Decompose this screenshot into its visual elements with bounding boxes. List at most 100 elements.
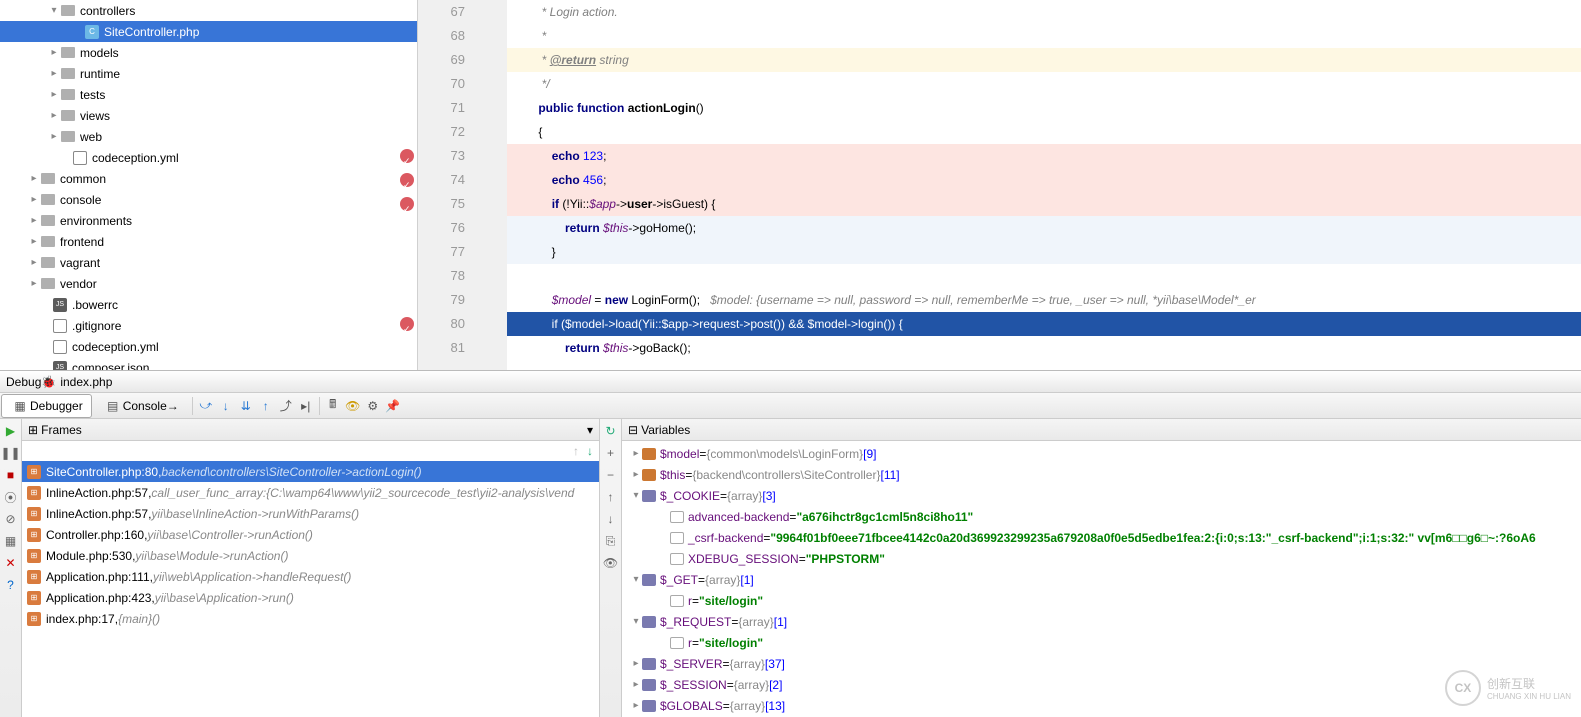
- remove-watch-icon[interactable]: −: [603, 467, 619, 483]
- down-icon[interactable]: ↓: [603, 511, 619, 527]
- frame-down-icon[interactable]: ↓: [587, 444, 593, 458]
- tree-item[interactable]: codeception.yml: [0, 147, 417, 168]
- variable-row[interactable]: $model = {common\models\LoginForm} [9]: [622, 443, 1581, 464]
- tree-item[interactable]: JS.bowerrc: [0, 294, 417, 315]
- debug-tool-window-tab[interactable]: Debug 🐞 index.php: [0, 371, 1581, 393]
- up-icon[interactable]: ↑: [603, 489, 619, 505]
- variable-row[interactable]: r = "site/login": [622, 590, 1581, 611]
- debug-label: Debug: [6, 375, 41, 389]
- code-line[interactable]: {: [507, 120, 1581, 144]
- tree-item[interactable]: .gitignore: [0, 315, 417, 336]
- tree-item[interactable]: console: [0, 189, 417, 210]
- new-watch-icon[interactable]: +: [603, 445, 619, 461]
- evaluate-icon[interactable]: 🖩: [325, 398, 341, 414]
- stack-frame[interactable]: ⊞index.php:17, {main}(): [22, 608, 599, 629]
- frames-panel: ⊞ Frames ▾ ↑ ↓ ⊞SiteController.php:80, b…: [22, 419, 600, 717]
- variable-row[interactable]: $GLOBALS = {array} [13]: [622, 695, 1581, 716]
- stack-frame[interactable]: ⊞Controller.php:160, yii\base\Controller…: [22, 524, 599, 545]
- tree-item[interactable]: tests: [0, 84, 417, 105]
- project-tree[interactable]: controllersCSiteController.phpmodelsrunt…: [0, 0, 418, 370]
- variables-toolbar: ↻ + − ↑ ↓ ⎘ 👁: [600, 419, 622, 717]
- code-line[interactable]: }: [507, 240, 1581, 264]
- bug-icon: 🐞: [41, 375, 56, 389]
- variables-panel: ⊟ Variables $model = {common\models\Logi…: [622, 419, 1581, 717]
- code-line[interactable]: [507, 264, 1581, 288]
- variable-row[interactable]: $_SESSION = {array} [2]: [622, 674, 1581, 695]
- step-into-icon[interactable]: ↓: [218, 398, 234, 414]
- variables-title: Variables: [641, 423, 690, 437]
- code-line[interactable]: public function actionLogin(): [507, 96, 1581, 120]
- console-tab[interactable]: ▤ Console →: [94, 394, 188, 418]
- stack-frame[interactable]: ⊞Application.php:111, yii\web\Applicatio…: [22, 566, 599, 587]
- layout-icon[interactable]: ▦: [3, 533, 19, 549]
- tree-item[interactable]: web: [0, 126, 417, 147]
- tree-item[interactable]: views: [0, 105, 417, 126]
- code-editor[interactable]: 676869707172737475767778798081 * Login a…: [418, 0, 1581, 370]
- variable-row[interactable]: advanced-backend = "a676ihctr8gc1cml5n8c…: [622, 506, 1581, 527]
- force-step-into-icon[interactable]: ⇊: [238, 398, 254, 414]
- code-line[interactable]: */: [507, 72, 1581, 96]
- drop-frame-icon[interactable]: ⤴: [278, 398, 294, 414]
- tree-item[interactable]: CSiteController.php: [0, 21, 417, 42]
- tree-item[interactable]: models: [0, 42, 417, 63]
- stack-frame[interactable]: ⊞Module.php:530, yii\base\Module->runAct…: [22, 545, 599, 566]
- step-out-icon[interactable]: ↑: [258, 398, 274, 414]
- variable-row[interactable]: XDEBUG_SESSION = "PHPSTORM": [622, 548, 1581, 569]
- code-line[interactable]: *: [507, 24, 1581, 48]
- run-to-cursor-icon[interactable]: ▸|: [298, 398, 314, 414]
- code-line[interactable]: echo 456;: [507, 168, 1581, 192]
- stack-frame[interactable]: ⊞Application.php:423, yii\base\Applicati…: [22, 587, 599, 608]
- tree-item[interactable]: runtime: [0, 63, 417, 84]
- tree-item[interactable]: codeception.yml: [0, 336, 417, 357]
- variables-icon: ⊟: [628, 423, 638, 437]
- step-over-icon[interactable]: ⤻: [198, 398, 214, 414]
- tree-item[interactable]: JScomposer.json: [0, 357, 417, 370]
- pin-icon[interactable]: 📌: [385, 398, 401, 414]
- variable-row[interactable]: $_COOKIE = {array} [3]: [622, 485, 1581, 506]
- view-breakpoints-icon[interactable]: ⦿: [3, 489, 19, 505]
- debug-left-toolbar: ▶ ❚❚ ■ ⦿ ⊘ ▦ ✕ ?: [0, 419, 22, 717]
- variable-row[interactable]: $_GET = {array} [1]: [622, 569, 1581, 590]
- debug-toolbar: ▦ Debugger ▤ Console → ⤻ ↓ ⇊ ↑ ⤴ ▸| 🖩 👁 …: [0, 393, 1581, 419]
- variable-row[interactable]: $_REQUEST = {array} [1]: [622, 611, 1581, 632]
- code-line[interactable]: if (!Yii::$app->user->isGuest) {: [507, 192, 1581, 216]
- code-line[interactable]: * Login action.: [507, 0, 1581, 24]
- attach-icon: →: [167, 399, 179, 413]
- stack-frame[interactable]: ⊞InlineAction.php:57, call_user_func_arr…: [22, 482, 599, 503]
- stop-icon[interactable]: ■: [3, 467, 19, 483]
- resume-icon[interactable]: ▶: [3, 423, 19, 439]
- tree-item[interactable]: vendor: [0, 273, 417, 294]
- stack-frame[interactable]: ⊞SiteController.php:80, backend\controll…: [22, 461, 599, 482]
- copy-icon[interactable]: ⎘: [603, 533, 619, 549]
- code-line[interactable]: return $this->goHome();: [507, 216, 1581, 240]
- dropdown-icon[interactable]: ▾: [587, 423, 593, 437]
- tree-item[interactable]: environments: [0, 210, 417, 231]
- debugger-tab[interactable]: ▦ Debugger: [1, 394, 92, 418]
- add-watch-icon[interactable]: ↻: [603, 423, 619, 439]
- code-line[interactable]: if ($model->load(Yii::$app->request->pos…: [507, 312, 1581, 336]
- code-line[interactable]: $model = new LoginForm(); $model: {usern…: [507, 288, 1581, 312]
- frames-icon: ⊞: [28, 423, 38, 437]
- watch-icon[interactable]: 👁: [345, 398, 361, 414]
- show-watches-icon[interactable]: 👁: [603, 555, 619, 571]
- variable-row[interactable]: $this = {backend\controllers\SiteControl…: [622, 464, 1581, 485]
- console-icon: ▤: [105, 398, 121, 414]
- tree-item[interactable]: vagrant: [0, 252, 417, 273]
- close-icon[interactable]: ✕: [3, 555, 19, 571]
- help-icon[interactable]: ?: [3, 577, 19, 593]
- settings-icon[interactable]: ⚙: [365, 398, 381, 414]
- mute-breakpoints-icon[interactable]: ⊘: [3, 511, 19, 527]
- debugger-icon: ▦: [12, 398, 28, 414]
- tree-item[interactable]: controllers: [0, 0, 417, 21]
- pause-icon[interactable]: ❚❚: [3, 445, 19, 461]
- frame-up-icon[interactable]: ↑: [573, 444, 579, 458]
- tree-item[interactable]: common: [0, 168, 417, 189]
- code-line[interactable]: * @return string: [507, 48, 1581, 72]
- code-line[interactable]: echo 123;: [507, 144, 1581, 168]
- tree-item[interactable]: frontend: [0, 231, 417, 252]
- variable-row[interactable]: r = "site/login": [622, 632, 1581, 653]
- code-line[interactable]: return $this->goBack();: [507, 336, 1581, 360]
- variable-row[interactable]: _csrf-backend = "9964f01bf0eee71fbcee414…: [622, 527, 1581, 548]
- stack-frame[interactable]: ⊞InlineAction.php:57, yii\base\InlineAct…: [22, 503, 599, 524]
- variable-row[interactable]: $_SERVER = {array} [37]: [622, 653, 1581, 674]
